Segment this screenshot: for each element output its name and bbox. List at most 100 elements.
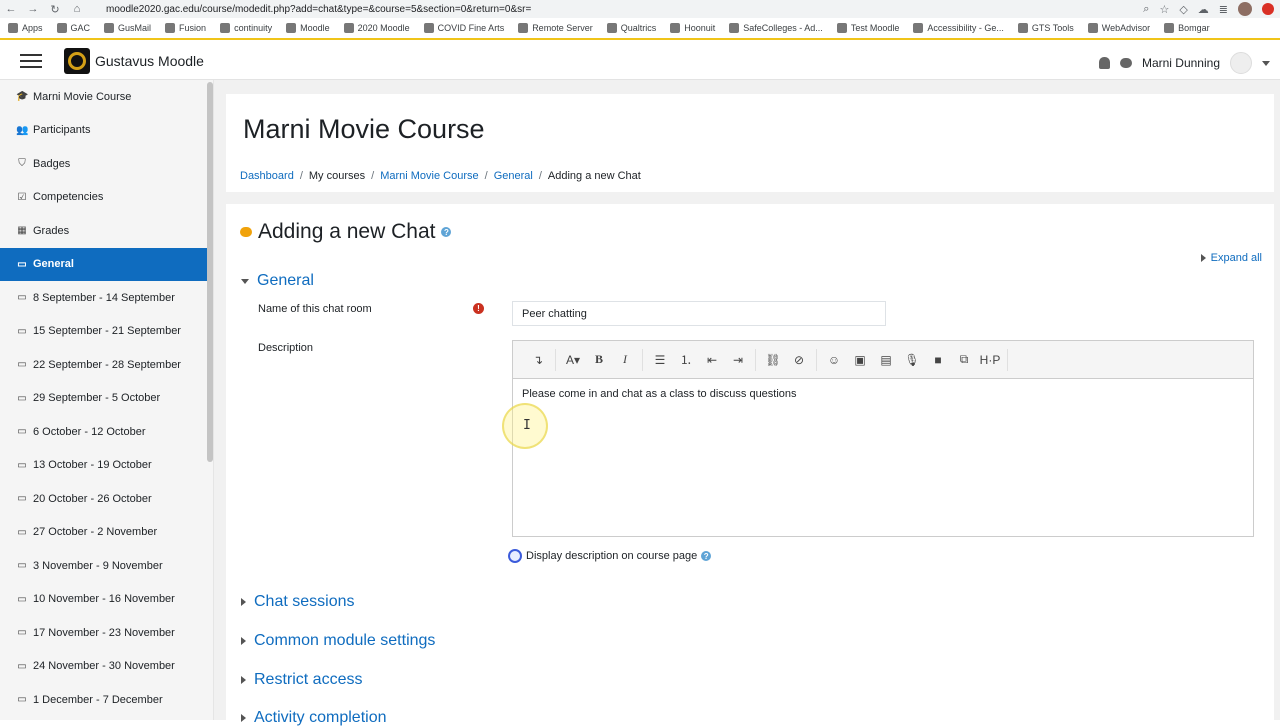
activity-form: Adding a new Chat ? Expand all General N… (226, 204, 1274, 727)
italic-icon[interactable]: I (612, 349, 638, 371)
sidebar-scrollbar[interactable] (207, 82, 213, 462)
breadcrumb-dashboard[interactable]: Dashboard (240, 170, 294, 182)
font-style-icon[interactable]: A▾ (560, 349, 586, 371)
bookmark-item[interactable]: GAC (56, 23, 90, 33)
sidebar-item[interactable]: ▦ Grades (0, 214, 213, 248)
ordered-list-icon[interactable]: ⒈ (673, 349, 699, 371)
reading-list-icon[interactable]: ≣ (1219, 3, 1228, 16)
expand-all-link[interactable]: Expand all (1200, 252, 1262, 264)
sidebar-item[interactable]: ▭ 17 November - 23 November (0, 616, 213, 650)
chevron-down-icon[interactable] (1262, 60, 1270, 66)
section-general-toggle[interactable]: General (241, 272, 314, 290)
display-description-checkbox[interactable] (508, 549, 522, 563)
bookmark-item[interactable]: Hoonuit (670, 23, 715, 33)
outdent-icon[interactable]: ⇤ (699, 349, 725, 371)
editor-toolbar: ↴ A▾ B I ☰ ⒈ ⇤ ⇥ ⛓ ⊘ ☺ ▣ ▤ 🎙 ■ ⧉ H·P (513, 341, 1253, 379)
breadcrumb-section[interactable]: General (494, 170, 533, 182)
bookmark-item[interactable]: Fusion (165, 23, 206, 33)
site-logo[interactable] (64, 47, 90, 74)
help-icon[interactable]: ? (701, 551, 712, 561)
bookmark-item[interactable]: Accessibility - Ge... (913, 23, 1004, 33)
bookmark-item[interactable]: GusMail (104, 23, 151, 33)
media-icon[interactable]: ▤ (873, 349, 899, 371)
record-video-icon[interactable]: ■ (925, 349, 951, 371)
breadcrumb-course[interactable]: Marni Movie Course (380, 170, 478, 182)
bookmark-item[interactable]: SafeColleges - Ad... (729, 23, 823, 33)
sidebar-item[interactable]: ▭ General (0, 247, 213, 281)
bookmark-item[interactable]: Moodle (286, 23, 330, 33)
caret-right-icon (241, 714, 246, 722)
bookmark-favicon-icon (220, 23, 231, 33)
indent-icon[interactable]: ⇥ (725, 349, 751, 371)
section-activity-completion-toggle[interactable]: Activity completion (241, 709, 387, 727)
sidebar-item[interactable]: ▭ 1 December - 7 December (0, 683, 213, 717)
h5p-icon[interactable]: H·P (977, 349, 1003, 371)
bold-icon[interactable]: B (586, 349, 612, 371)
bookmark-item[interactable]: Qualtrics (606, 23, 656, 33)
hamburger-menu-icon[interactable] (20, 53, 42, 68)
toolbar-group: ☰ ⒈ ⇤ ⇥ (643, 348, 756, 371)
chat-name-input[interactable] (512, 301, 886, 326)
section-restrict-access-toggle[interactable]: Restrict access (241, 671, 362, 689)
sidebar-item[interactable]: ▭ 29 September - 5 October (0, 382, 213, 416)
description-editor[interactable]: ↴ A▾ B I ☰ ⒈ ⇤ ⇥ ⛓ ⊘ ☺ ▣ ▤ 🎙 ■ ⧉ H·P Please come in and … (512, 340, 1254, 537)
unlink-icon[interactable]: ⊘ (786, 349, 812, 371)
back-icon[interactable]: ← (0, 3, 22, 15)
sidebar-item-label: 8 September - 14 September (33, 291, 175, 304)
course-navigation-drawer: 🎓 Marni Movie Course 👥 Participants ⛉ Badges ☑… (0, 80, 214, 720)
profile-avatar[interactable] (1238, 2, 1252, 16)
extension-icon[interactable] (1262, 3, 1274, 15)
link-icon[interactable]: ⛓ (760, 349, 786, 371)
sidebar-item[interactable]: ▭ 27 October - 2 November (0, 516, 213, 550)
bookmark-item[interactable]: WebAdvisor (1087, 23, 1150, 33)
sidebar-item[interactable]: ▭ 13 October - 19 October (0, 449, 213, 483)
sidebar-item[interactable]: ▭ 10 November - 16 November (0, 583, 213, 617)
home-icon[interactable]: ⌂ (66, 3, 88, 15)
extension-icon[interactable]: ◇ (1179, 3, 1187, 16)
bookmark-item[interactable]: GTS Tools (1017, 23, 1074, 33)
record-audio-icon[interactable]: 🎙 (899, 349, 925, 371)
sidebar-item[interactable]: ▭ 15 September - 21 September (0, 315, 213, 349)
zoom-icon[interactable]: ⌕ (1143, 3, 1149, 16)
extension-icon[interactable]: ☁ (1198, 3, 1209, 16)
sidebar-item[interactable]: ▭ 3 November - 9 November (0, 549, 213, 583)
page-title: Marni Movie Course (243, 114, 485, 144)
sidebar-item[interactable]: ☑ Competencies (0, 181, 213, 215)
reload-icon[interactable]: ↻ (44, 3, 66, 16)
emoji-icon[interactable]: ☺ (821, 349, 847, 371)
bookmark-star-icon[interactable]: ☆ (1159, 3, 1169, 16)
sidebar-item[interactable]: ▭ 20 October - 26 October (0, 482, 213, 516)
display-description-label[interactable]: Display description on course page (526, 550, 697, 562)
bookmark-item[interactable]: 2020 Moodle (343, 23, 410, 33)
folder-icon: ▭ (17, 258, 27, 270)
section-chat-sessions-toggle[interactable]: Chat sessions (241, 593, 355, 611)
sidebar-item[interactable]: ⛉ Badges (0, 147, 213, 181)
bookmark-item[interactable]: Remote Server (518, 23, 593, 33)
forward-icon[interactable]: → (22, 3, 44, 15)
address-bar[interactable]: moodle2020.gac.edu/course/modedit.php?ad… (106, 4, 531, 15)
sidebar-item[interactable]: ▭ 22 September - 28 September (0, 348, 213, 382)
help-icon[interactable]: ? (441, 227, 452, 237)
unordered-list-icon[interactable]: ☰ (647, 349, 673, 371)
editor-content[interactable]: Please come in and chat as a class to di… (513, 379, 1253, 536)
notification-bell-icon[interactable] (1098, 57, 1110, 69)
user-name[interactable]: Marni Dunning (1142, 56, 1220, 70)
manage-files-icon[interactable]: ⧉ (951, 349, 977, 371)
sidebar-item[interactable]: ▭ 6 October - 12 October (0, 415, 213, 449)
messages-icon[interactable] (1119, 58, 1132, 68)
section-common-module-settings-toggle[interactable]: Common module settings (241, 632, 435, 650)
image-icon[interactable]: ▣ (847, 349, 873, 371)
bookmark-item[interactable]: Apps (8, 23, 43, 33)
sidebar-item[interactable]: ▭ 8 September - 14 September (0, 281, 213, 315)
bookmark-item[interactable]: continuity (220, 23, 272, 33)
bookmark-item[interactable]: Bomgar (1164, 23, 1210, 33)
sidebar-item[interactable]: 🎓 Marni Movie Course (0, 80, 213, 114)
sidebar-item[interactable]: ▭ 24 November - 30 November (0, 650, 213, 684)
bookmark-item[interactable]: Test Moodle (836, 23, 899, 33)
bookmark-item[interactable]: COVID Fine Arts (423, 23, 504, 33)
caret-right-icon (1200, 254, 1206, 262)
sidebar-item[interactable]: 👥 Participants (0, 114, 213, 148)
toggle-toolbar-icon[interactable]: ↴ (525, 349, 551, 371)
site-name[interactable]: Gustavus Moodle (95, 53, 204, 69)
avatar[interactable] (1230, 52, 1252, 74)
